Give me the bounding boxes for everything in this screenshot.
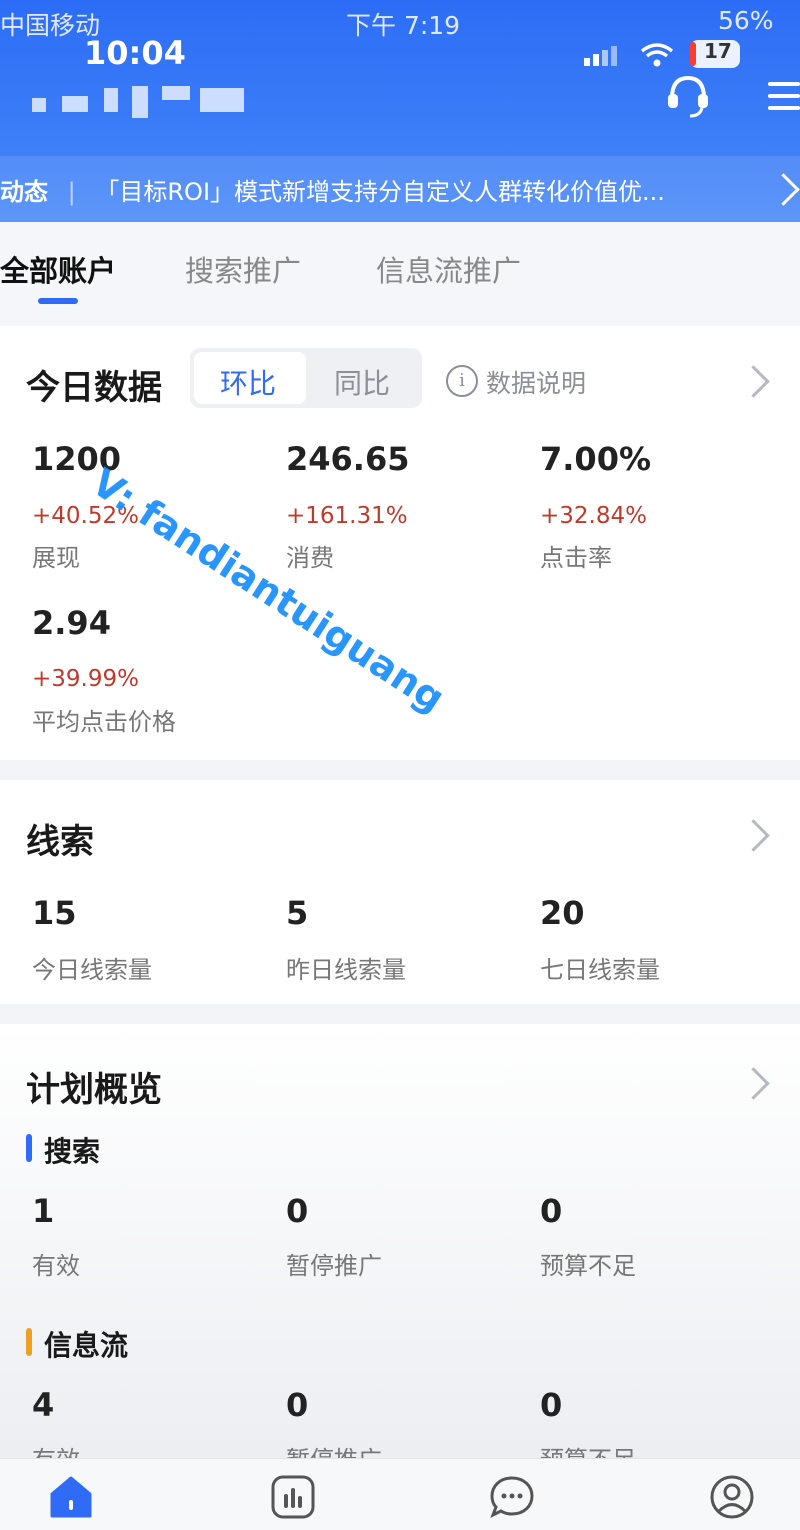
- plan-value: 1: [32, 1192, 55, 1230]
- account-name-blur: [132, 86, 148, 118]
- plan-overview-title: 计划概览: [26, 1070, 162, 1110]
- compare-yoy-button[interactable]: 同比: [334, 362, 390, 402]
- ghost-time: 下午 7:19: [346, 11, 461, 40]
- notification-count: 17: [704, 39, 732, 63]
- battery-level: [690, 42, 696, 66]
- metric-label: 平均点击价格: [32, 708, 176, 736]
- metric-value: 246.65: [286, 440, 410, 478]
- metric-change: +161.31%: [286, 503, 408, 529]
- today-data-title: 今日数据: [26, 368, 162, 408]
- account-name-blur: [62, 96, 88, 112]
- news-label: 动态: [0, 178, 48, 206]
- plan-label: 暂停推广: [286, 1252, 382, 1280]
- news-text[interactable]: 「目标ROI」模式新增支持分自定义人群转化价值优...: [95, 178, 665, 206]
- bottom-nav: [0, 1458, 800, 1530]
- lead-value: 20: [540, 894, 585, 932]
- plan-value: 4: [32, 1386, 55, 1424]
- metric-value: 2.94: [32, 604, 111, 642]
- lead-label: 昨日线索量: [286, 956, 406, 984]
- metric-change: +39.99%: [32, 666, 139, 692]
- profile-icon[interactable]: [708, 1474, 756, 1520]
- status-time: 10:04: [84, 34, 186, 72]
- home-icon[interactable]: [48, 1474, 94, 1520]
- leads-title: 线索: [26, 822, 94, 862]
- customer-service-icon[interactable]: [664, 72, 712, 120]
- message-icon[interactable]: [488, 1474, 536, 1520]
- wifi-icon: [640, 43, 674, 67]
- lead-value: 15: [32, 894, 77, 932]
- metric-change: +32.84%: [540, 503, 647, 529]
- tab-search-promotion[interactable]: 搜索推广: [185, 248, 301, 290]
- lead-value: 5: [286, 894, 309, 932]
- signal-icon: [584, 46, 617, 66]
- lead-label: 七日线索量: [540, 956, 660, 984]
- plan-label: 有效: [32, 1252, 80, 1280]
- plan-value: 0: [286, 1386, 309, 1424]
- metric-value: 7.00%: [540, 440, 652, 478]
- news-divider: |: [67, 178, 76, 206]
- account-name-blur: [104, 88, 118, 112]
- account-name-blur: [32, 98, 46, 112]
- tab-feed-promotion[interactable]: 信息流推广: [376, 248, 521, 290]
- plan-label: 预算不足: [540, 1252, 636, 1280]
- account-name-blur: [200, 88, 244, 112]
- report-icon[interactable]: [270, 1474, 316, 1520]
- plan-value: 0: [286, 1192, 309, 1230]
- lead-label: 今日线索量: [32, 956, 152, 984]
- search-group-title: 搜索: [44, 1135, 101, 1168]
- plan-value: 0: [540, 1192, 563, 1230]
- data-explanation-link[interactable]: 数据说明: [486, 364, 586, 400]
- menu-icon[interactable]: [764, 76, 800, 116]
- feed-group-marker: [26, 1328, 32, 1356]
- active-tab-indicator: [38, 298, 78, 304]
- feed-group-title: 信息流: [44, 1329, 129, 1362]
- plan-value: 0: [540, 1386, 563, 1424]
- ghost-battery: 56%: [718, 6, 774, 35]
- metric-label: 展现: [32, 544, 80, 572]
- metric-label: 消费: [286, 544, 334, 572]
- search-group-marker: [26, 1134, 32, 1162]
- metric-label: 点击率: [540, 544, 612, 572]
- tab-all-accounts[interactable]: 全部账户: [0, 248, 116, 290]
- account-name-blur: [162, 86, 190, 100]
- info-icon[interactable]: i: [446, 365, 478, 397]
- compare-mom-button[interactable]: 环比: [220, 362, 276, 402]
